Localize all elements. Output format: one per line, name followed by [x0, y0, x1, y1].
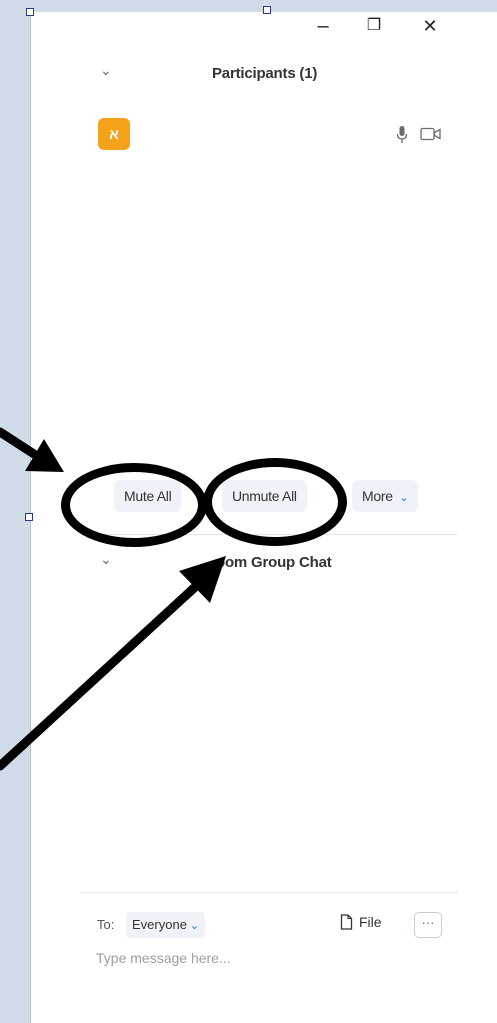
- chat-title: oom Group Chat: [216, 554, 332, 571]
- chevron-down-icon: ⌄: [399, 492, 409, 504]
- file-icon: [340, 914, 353, 930]
- annotation-oval-mute-all: [61, 463, 207, 547]
- resize-handle-top-left[interactable]: [26, 8, 34, 16]
- participants-title: Participants (1): [212, 65, 318, 82]
- file-button[interactable]: File: [340, 914, 382, 930]
- to-label: To:: [97, 917, 115, 932]
- avatar: א: [98, 118, 130, 150]
- to-recipient-value: Everyone: [132, 917, 187, 932]
- minimize-button[interactable]: –: [311, 14, 335, 38]
- file-label: File: [359, 914, 382, 930]
- participants-collapse-chevron-icon[interactable]: ⌄: [100, 62, 112, 79]
- close-button[interactable]: ✕: [418, 14, 442, 38]
- more-button[interactable]: More ⌄: [352, 480, 419, 512]
- chat-collapse-chevron-icon[interactable]: ⌄: [100, 551, 112, 568]
- video-icon[interactable]: [420, 127, 442, 141]
- top-strip: [0, 0, 497, 12]
- to-recipient-select[interactable]: Everyone ⌄: [126, 912, 206, 938]
- chat-more-options-button[interactable]: ···: [414, 912, 442, 938]
- chat-input-divider: [80, 892, 458, 893]
- annotation-oval-unmute-all: [203, 458, 347, 546]
- resize-handle-middle-left[interactable]: [25, 513, 33, 521]
- message-input[interactable]: [96, 950, 436, 966]
- chevron-down-icon: ⌄: [189, 920, 200, 932]
- more-button-label: More: [362, 488, 393, 504]
- resize-handle-top-center[interactable]: [263, 6, 271, 14]
- mic-icon[interactable]: [396, 125, 408, 145]
- restore-button[interactable]: ❐: [362, 14, 386, 38]
